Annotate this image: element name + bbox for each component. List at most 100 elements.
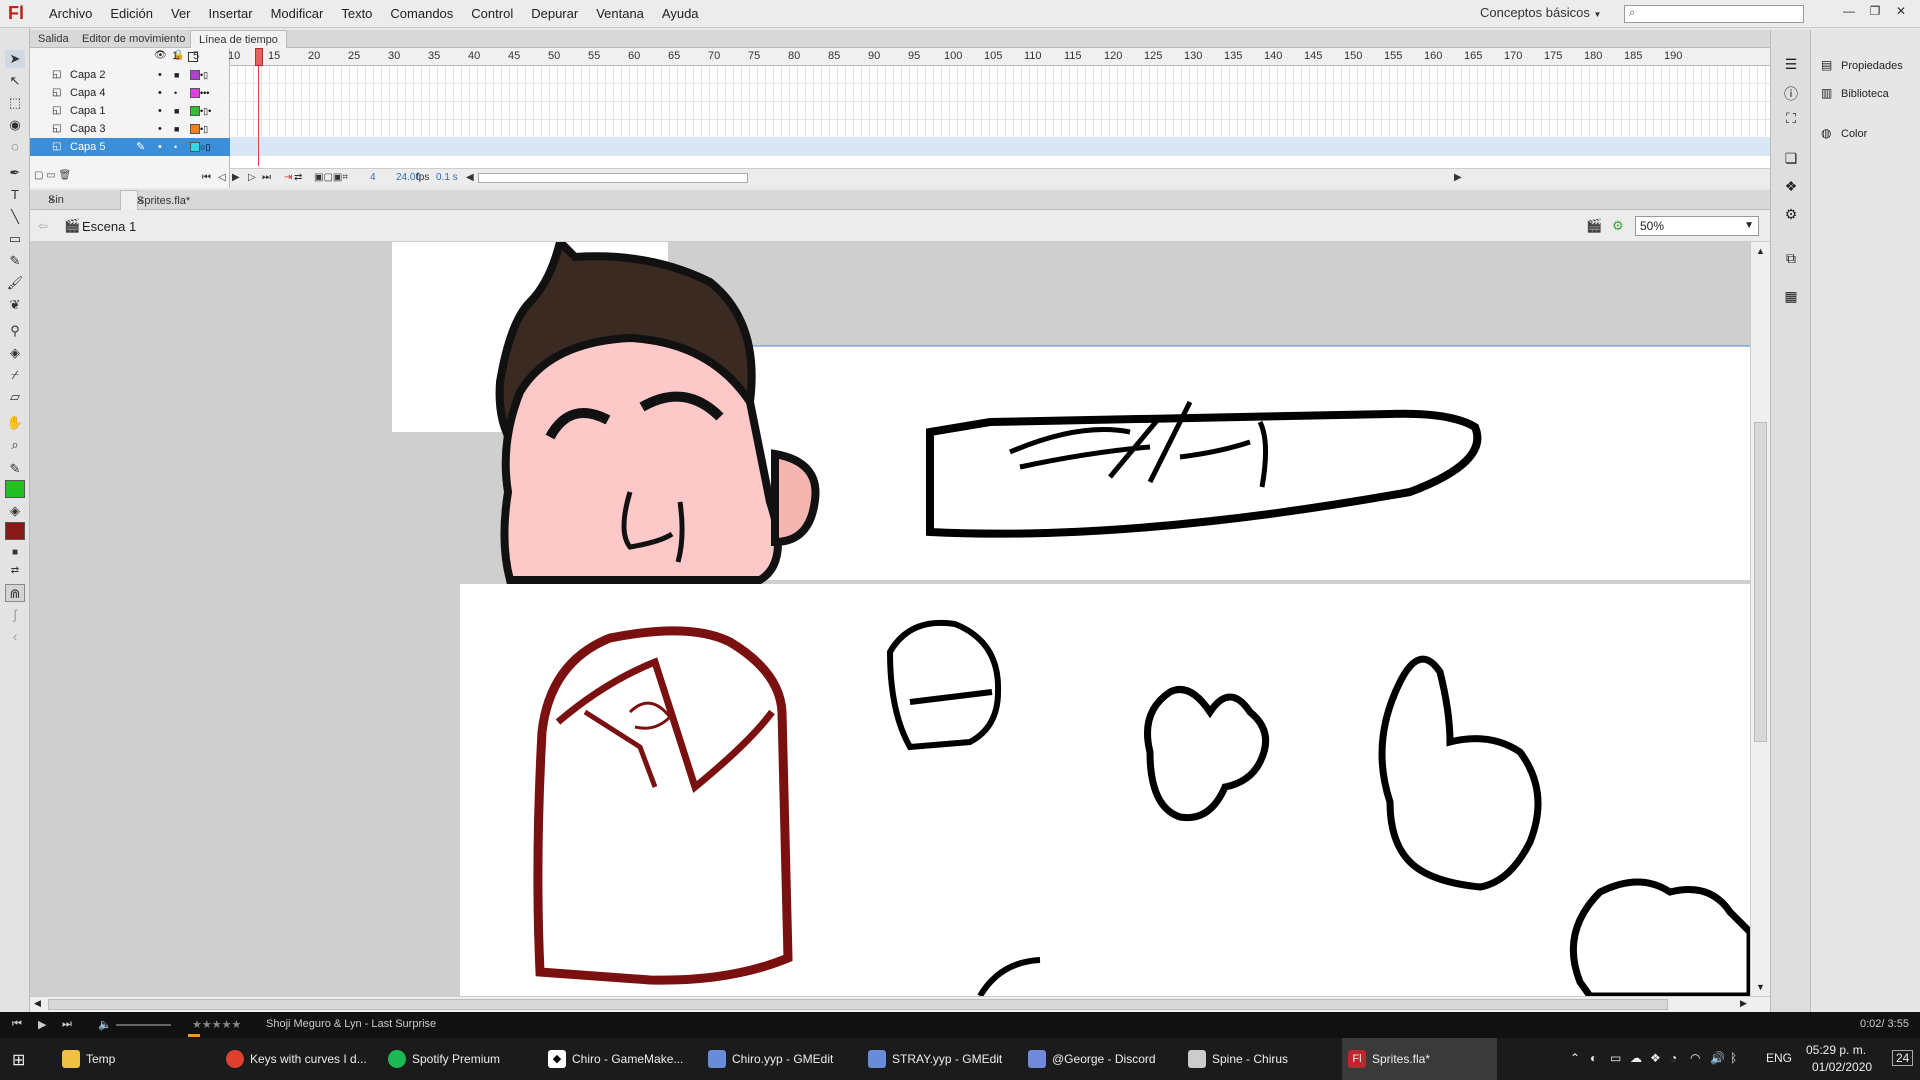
stage-canvas[interactable] bbox=[30, 242, 1750, 996]
minimize-button[interactable]: — bbox=[1838, 2, 1860, 20]
selection-tool-icon[interactable]: ➤ bbox=[5, 50, 25, 68]
transform-icon[interactable]: ⛶ bbox=[1781, 110, 1801, 130]
tray-app-icon[interactable]: ◐ bbox=[1590, 1051, 1597, 1065]
brush-tool-icon[interactable]: 🖌 bbox=[5, 274, 25, 292]
playhead[interactable] bbox=[255, 48, 263, 66]
3d-rotation-tool-icon[interactable]: ◉ bbox=[5, 116, 25, 134]
pencil-tool-icon[interactable]: ✎ bbox=[5, 252, 25, 270]
menu-ayuda[interactable]: Ayuda bbox=[653, 0, 708, 28]
swatches-icon[interactable]: ▦ bbox=[1781, 288, 1801, 308]
menu-depurar[interactable]: Depurar bbox=[522, 0, 587, 28]
close-icon[interactable]: × bbox=[129, 191, 151, 211]
frame-row-selected[interactable] bbox=[230, 138, 1770, 156]
frame-row[interactable] bbox=[230, 102, 1770, 120]
help-search-input[interactable]: ⌕ bbox=[1624, 5, 1804, 23]
subselection-tool-icon[interactable]: ↖ bbox=[5, 72, 25, 90]
first-frame-icon[interactable]: ⏮ bbox=[202, 172, 211, 183]
elapsed-time[interactable]: 0.1 s bbox=[436, 172, 458, 183]
play-icon[interactable]: ▶ bbox=[38, 1018, 46, 1031]
panel-propiedades[interactable]: ▤ Propiedades bbox=[1821, 58, 1903, 72]
close-icon[interactable]: × bbox=[40, 190, 62, 210]
scroll-left-icon[interactable]: ◀ bbox=[466, 172, 474, 183]
volume-slider[interactable] bbox=[116, 1024, 171, 1026]
edit-symbols-icon[interactable]: ⚙ bbox=[1612, 218, 1624, 234]
lasso-tool-icon[interactable]: ◌ bbox=[5, 138, 25, 156]
menu-modificar[interactable]: Modificar bbox=[262, 0, 333, 28]
onion-skin-icon[interactable]: ▣▢▣⌗ bbox=[314, 172, 348, 183]
workspace-switcher[interactable]: Conceptos básicos ▼ bbox=[1480, 5, 1601, 20]
new-layer-icon[interactable]: ▢ bbox=[34, 170, 43, 181]
lock-icon[interactable]: ■ bbox=[174, 102, 179, 120]
language-indicator[interactable]: ENG bbox=[1766, 1051, 1792, 1065]
play-icon[interactable]: ▶ bbox=[232, 172, 240, 183]
bluetooth-icon[interactable]: ᛒ bbox=[1730, 1051, 1737, 1065]
windows-start-icon[interactable]: ⊞ bbox=[12, 1050, 25, 1070]
delete-layer-icon[interactable]: 🗑 bbox=[58, 170, 71, 181]
text-tool-icon[interactable]: T bbox=[5, 186, 25, 204]
info-icon[interactable]: ⓘ bbox=[1781, 84, 1801, 104]
scroll-up-icon[interactable]: ▲ bbox=[1756, 246, 1765, 256]
visible-dot[interactable]: • bbox=[158, 102, 162, 120]
current-frame[interactable]: 4 bbox=[370, 172, 376, 183]
visible-dot[interactable]: • bbox=[158, 66, 162, 84]
line-tool-icon[interactable]: ╲ bbox=[5, 208, 25, 226]
tab-sin-titulo[interactable]: Sin título-1 × bbox=[32, 190, 76, 246]
zoom-tool-icon[interactable]: ⌕ bbox=[5, 436, 25, 454]
new-folder-icon[interactable]: ▭ bbox=[46, 170, 55, 181]
visible-dot[interactable]: • bbox=[158, 84, 162, 102]
straighten-icon[interactable]: ‹ bbox=[5, 628, 25, 646]
layer-color-swatch[interactable] bbox=[190, 70, 200, 80]
menu-archivo[interactable]: Archivo bbox=[40, 0, 101, 28]
taskbar-item-discord[interactable]: @George - Discord bbox=[1022, 1038, 1172, 1080]
eraser-tool-icon[interactable]: ▱ bbox=[5, 388, 25, 406]
menu-ventana[interactable]: Ventana bbox=[587, 0, 653, 28]
menu-edicion[interactable]: Edición bbox=[101, 0, 162, 28]
menu-ver[interactable]: Ver bbox=[162, 0, 200, 28]
scroll-right-icon[interactable]: ▶ bbox=[1740, 998, 1747, 1009]
layer-color-swatch[interactable] bbox=[190, 124, 200, 134]
clock-time[interactable]: 05:29 p. m. bbox=[1806, 1043, 1866, 1057]
restore-button[interactable]: ❐ bbox=[1864, 2, 1886, 20]
layer-color-swatch[interactable] bbox=[190, 88, 200, 98]
stroke-color-swatch[interactable] bbox=[5, 480, 25, 498]
tab-sprites[interactable]: Sprites.fla* × bbox=[120, 190, 190, 210]
taskbar-item-gmedit-chiro[interactable]: Chiro.yyp - GMEdit bbox=[702, 1038, 852, 1080]
components-icon[interactable]: ❖ bbox=[1781, 178, 1801, 198]
zoom-select[interactable]: 50% ▼ bbox=[1635, 216, 1759, 236]
step-forward-icon[interactable]: ▷ bbox=[248, 172, 256, 183]
menu-comandos[interactable]: Comandos bbox=[381, 0, 462, 28]
tab-editor-movimiento[interactable]: Editor de movimiento bbox=[74, 30, 193, 48]
tab-linea-tiempo[interactable]: Línea de tiempo bbox=[190, 30, 287, 48]
panel-color[interactable]: ◍ Color bbox=[1821, 126, 1867, 140]
rectangle-tool-icon[interactable]: ▭ bbox=[5, 230, 25, 248]
smooth-icon[interactable]: ∫ bbox=[5, 606, 25, 624]
eyedropper-tool-icon[interactable]: ⌿ bbox=[5, 366, 25, 384]
step-back-icon[interactable]: ◁ bbox=[218, 172, 226, 183]
history-icon[interactable]: ⧉ bbox=[1781, 250, 1801, 270]
pen-tool-icon[interactable]: ✒ bbox=[5, 164, 25, 182]
menu-control[interactable]: Control bbox=[462, 0, 522, 28]
taskbar-item-gamemaker[interactable]: ◆ Chiro - GameMake... bbox=[542, 1038, 692, 1080]
fill-color-swatch[interactable] bbox=[5, 522, 25, 540]
tray-overflow-icon[interactable]: ⌃ bbox=[1570, 1051, 1580, 1065]
notification-center[interactable]: 24 bbox=[1892, 1050, 1914, 1066]
back-arrow-icon[interactable]: ⇦ bbox=[38, 219, 48, 233]
bone-tool-icon[interactable]: ⚲ bbox=[5, 322, 25, 340]
last-frame-icon[interactable]: ⏭ bbox=[262, 172, 271, 183]
lock-icon[interactable]: • bbox=[174, 138, 177, 156]
loop-icon[interactable]: ⇄ bbox=[294, 172, 302, 183]
taskbar-item-temp[interactable]: Temp bbox=[56, 1038, 206, 1080]
taskbar-item-chrome[interactable]: Keys with curves I d... bbox=[220, 1038, 370, 1080]
battery-icon[interactable]: ▭ bbox=[1610, 1051, 1621, 1065]
scroll-down-icon[interactable]: ▼ bbox=[1756, 982, 1765, 992]
lock-icon[interactable]: ■ bbox=[174, 66, 179, 84]
taskbar-item-animate[interactable]: Fl Sprites.fla* bbox=[1342, 1038, 1497, 1080]
edit-scene-icon[interactable]: 🎬 bbox=[1586, 218, 1602, 234]
snap-to-objects-icon[interactable]: ⋒ bbox=[5, 584, 25, 602]
frame-row[interactable] bbox=[230, 84, 1770, 102]
scroll-left-icon[interactable]: ◀ bbox=[34, 998, 41, 1009]
layer-color-swatch[interactable] bbox=[190, 106, 200, 116]
default-colors-icon[interactable]: ■ bbox=[5, 544, 25, 562]
scroll-right-icon[interactable]: ▶ bbox=[1454, 172, 1462, 183]
paint-bucket-tool-icon[interactable]: ◈ bbox=[5, 344, 25, 362]
